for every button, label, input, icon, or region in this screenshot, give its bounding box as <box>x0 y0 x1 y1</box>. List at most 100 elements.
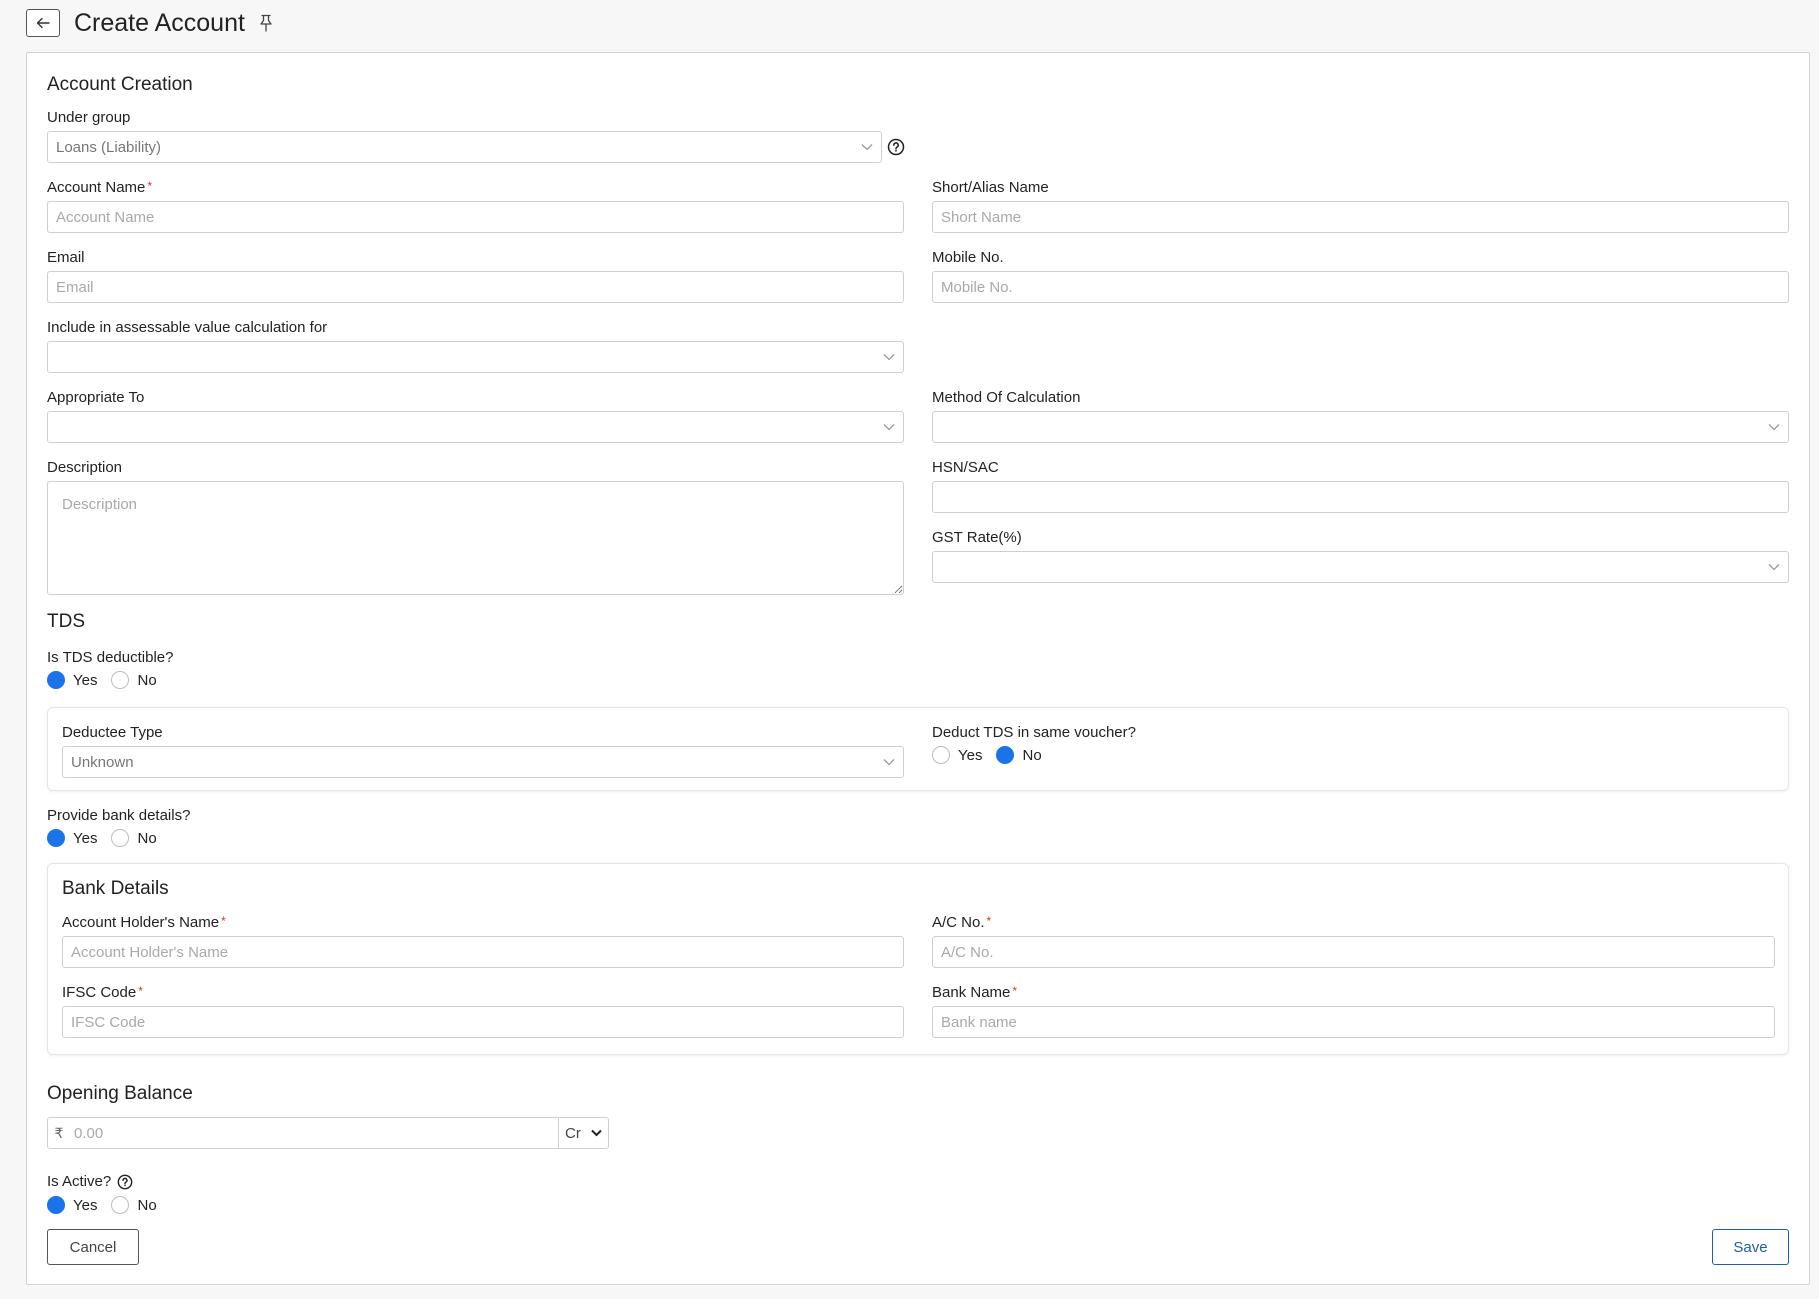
arrow-left-icon <box>36 17 50 29</box>
radio-button[interactable] <box>111 1196 130 1214</box>
radio-button[interactable] <box>47 1196 65 1214</box>
ac-no-label: A/C No. * <box>932 914 992 931</box>
method-of-calc-label: Method Of Calculation <box>932 389 1081 406</box>
description-textarea[interactable] <box>47 481 904 595</box>
tds-deductible-radio-group: Yes No <box>47 671 171 689</box>
mobile-label: Mobile No. <box>932 249 1004 266</box>
holder-name-field[interactable] <box>62 936 904 968</box>
method-of-calc-select[interactable] <box>932 411 1789 443</box>
ifsc-field[interactable] <box>62 1006 904 1038</box>
section-title-account-creation: Account Creation <box>47 74 193 95</box>
under-group-select[interactable]: Loans (Liability) <box>47 131 882 163</box>
provide-bank-radio-group: Yes No <box>47 829 171 847</box>
mobile-input[interactable] <box>941 272 1780 302</box>
tds-deductible-no[interactable]: No <box>111 671 157 689</box>
account-name-input[interactable] <box>56 202 895 232</box>
same-voucher-no[interactable]: No <box>996 746 1042 764</box>
under-group-value: Loans (Liability) <box>56 138 162 156</box>
required-mark: * <box>1012 984 1018 998</box>
holder-name-label: Account Holder's Name * <box>62 914 226 931</box>
radio-button[interactable] <box>111 829 130 847</box>
description-label: Description <box>47 459 123 476</box>
is-active-radio-group: Yes No <box>47 1196 171 1214</box>
balance-type-select[interactable]: Cr <box>558 1118 608 1148</box>
section-title-bank-details: Bank Details <box>62 878 169 899</box>
deductee-type-select[interactable]: Unknown <box>62 746 904 778</box>
same-voucher-yes[interactable]: Yes <box>932 746 982 764</box>
account-form-panel: Account Creation Under group Loans (Liab… <box>26 52 1810 1285</box>
hsn-sac-field[interactable] <box>932 481 1789 513</box>
opening-balance-group: ₹ Cr <box>47 1117 609 1149</box>
chevron-down-icon <box>883 758 895 766</box>
required-mark: * <box>986 914 992 928</box>
bank-name-input[interactable] <box>941 1007 1766 1037</box>
required-mark: * <box>221 914 226 928</box>
radio-button[interactable] <box>47 829 65 847</box>
account-name-label: Account Name * <box>47 179 153 196</box>
is-active-yes[interactable]: Yes <box>47 1196 97 1214</box>
required-mark: * <box>138 984 143 998</box>
is-active-label: Is Active? <box>47 1173 133 1190</box>
is-active-no[interactable]: No <box>111 1196 157 1214</box>
ifsc-input[interactable] <box>71 1007 895 1037</box>
radio-button[interactable] <box>111 671 130 689</box>
appropriate-to-select[interactable] <box>47 411 904 443</box>
provide-bank-label: Provide bank details? <box>47 807 191 824</box>
account-name-field[interactable] <box>47 201 904 233</box>
tds-deductible-yes[interactable]: Yes <box>47 671 97 689</box>
mobile-field[interactable] <box>932 271 1789 303</box>
radio-button[interactable] <box>47 671 65 689</box>
short-name-field[interactable] <box>932 201 1789 233</box>
cancel-button[interactable]: Cancel <box>47 1229 139 1265</box>
rupee-symbol: ₹ <box>54 1124 64 1141</box>
back-button[interactable] <box>26 9 60 37</box>
radio-button[interactable] <box>996 746 1015 764</box>
provide-bank-no[interactable]: No <box>111 829 157 847</box>
hsn-sac-input[interactable] <box>941 482 1780 512</box>
pin-icon[interactable] <box>259 14 273 32</box>
hsn-sac-label: HSN/SAC <box>932 459 999 476</box>
assessable-label: Include in assessable value calculation … <box>47 319 328 336</box>
holder-name-input[interactable] <box>71 937 895 967</box>
short-name-label: Short/Alias Name <box>932 179 1049 196</box>
under-group-label: Under group <box>47 109 131 126</box>
balance-type-value: Cr <box>565 1124 581 1142</box>
same-voucher-radio-group: Yes No <box>932 746 1056 764</box>
chevron-down-icon <box>861 143 873 151</box>
chevron-down-icon <box>591 1129 602 1137</box>
short-name-input[interactable] <box>941 202 1780 232</box>
opening-balance-input[interactable] <box>70 1118 558 1148</box>
section-title-tds: TDS <box>47 611 85 632</box>
required-mark: * <box>147 179 153 193</box>
bank-details-panel: Bank Details Account Holder's Name* A/C … <box>47 863 1789 1055</box>
chevron-down-icon <box>883 353 895 361</box>
assessable-select[interactable] <box>47 341 904 373</box>
tds-deductible-label: Is TDS deductible? <box>47 649 174 666</box>
page-header: Create Account <box>26 8 273 38</box>
provide-bank-yes[interactable]: Yes <box>47 829 97 847</box>
same-voucher-label: Deduct TDS in same voucher? <box>932 724 1136 741</box>
gst-rate-select[interactable] <box>932 551 1789 583</box>
tds-details-panel: Deductee Type Unknown Deduct TDS in same… <box>47 707 1789 791</box>
chevron-down-icon <box>1768 423 1780 431</box>
email-input[interactable] <box>56 272 895 302</box>
email-field[interactable] <box>47 271 904 303</box>
page-title: Create Account <box>74 8 245 37</box>
ac-no-input[interactable] <box>941 937 1766 967</box>
email-label: Email <box>47 249 85 266</box>
deductee-type-value: Unknown <box>71 753 134 771</box>
ac-no-field[interactable] <box>932 936 1775 968</box>
chevron-down-icon <box>883 423 895 431</box>
deductee-type-label: Deductee Type <box>62 724 163 741</box>
ifsc-label: IFSC Code * <box>62 984 143 1001</box>
chevron-down-icon <box>1768 563 1780 571</box>
radio-button[interactable] <box>932 746 950 764</box>
section-title-opening-balance: Opening Balance <box>47 1083 193 1104</box>
gst-rate-label: GST Rate(%) <box>932 529 1022 546</box>
save-button[interactable]: Save <box>1712 1229 1789 1265</box>
help-icon[interactable] <box>887 138 905 156</box>
bank-name-field[interactable] <box>932 1006 1775 1038</box>
help-icon[interactable] <box>117 1174 133 1190</box>
bank-name-label: Bank Name * <box>932 984 1018 1001</box>
appropriate-to-label: Appropriate To <box>47 389 145 406</box>
